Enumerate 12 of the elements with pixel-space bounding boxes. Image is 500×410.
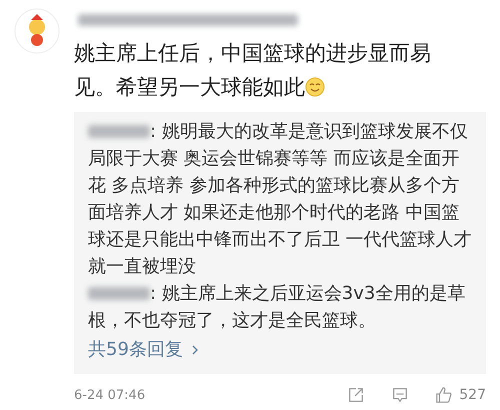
comment-text: 姚主席上任后，中国篮球的进步显而易见。希望另一大球能如此 — [74, 40, 432, 101]
reply-text: : 姚主席上来之后亚运会3v3全用的是草根，不也夺冠了，这才是全民篮球。 — [88, 282, 466, 333]
thumbs-up-icon[interactable] — [435, 386, 454, 404]
avatar-icon[interactable] — [14, 8, 60, 54]
comment-icon[interactable] — [391, 386, 410, 404]
reply-text: : 姚明最大的改革是意识到篮球发展不仅局限于大赛 奥运会世锦赛等等 而应该是全面开花 多点培养 参加各种形式的篮球比赛从多个方面培养人才 如果还走他那个时代的老路 中国篮球还是只能出中锋而出不了后卫 一代代篮球人才就一直被埋没 — [88, 120, 473, 279]
more-replies-link[interactable]: 共59条回复 — [88, 334, 199, 366]
like-count: 527 — [459, 387, 486, 403]
smiley-icon — [305, 77, 325, 97]
timestamp: 6-24 07:46 — [74, 388, 146, 402]
chevron-icon — [190, 344, 199, 356]
share-icon[interactable] — [347, 386, 366, 404]
